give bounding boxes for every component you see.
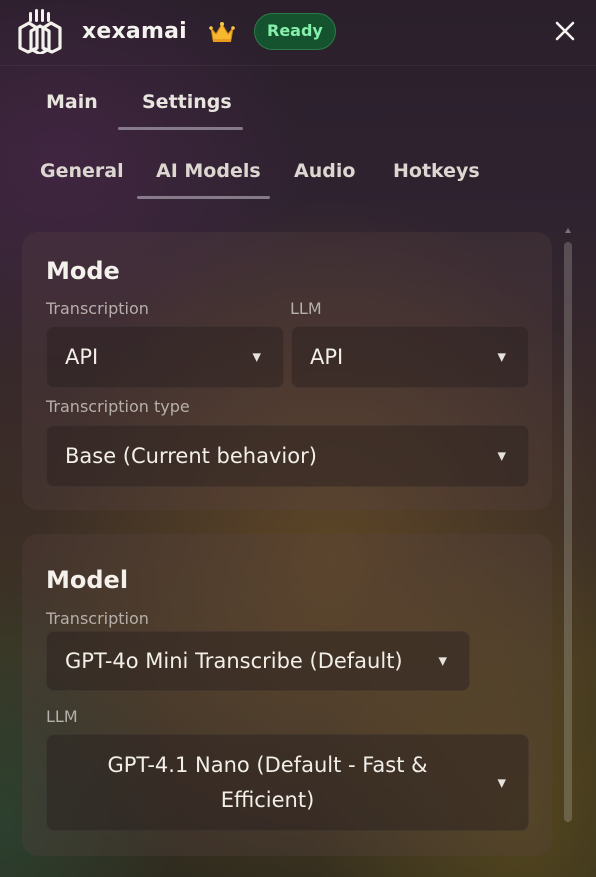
chevron-down-icon: ▼	[438, 654, 447, 668]
scrollbar-thumb[interactable]	[564, 242, 572, 822]
tab-settings-underline	[118, 127, 243, 130]
crown-icon	[208, 20, 236, 44]
tab-ai-models-underline	[137, 196, 270, 199]
mode-title: Mode	[46, 257, 120, 285]
transcription-type-label: Transcription type	[46, 397, 190, 416]
transcription-type-value: Base (Current behavior)	[65, 444, 317, 468]
tab-hotkeys[interactable]: Hotkeys	[393, 160, 480, 182]
close-button[interactable]	[552, 18, 578, 44]
mode-llm-value: API	[310, 345, 344, 369]
model-llm-select[interactable]: GPT-4.1 Nano (Default - Fast & Efficient…	[46, 734, 529, 831]
status-badge: Ready	[254, 13, 336, 50]
chevron-down-icon: ▼	[252, 350, 261, 364]
tab-ai-models[interactable]: AI Models	[156, 160, 261, 182]
model-transcription-label: Transcription	[46, 609, 149, 628]
chevron-down-icon: ▼	[497, 449, 506, 463]
chevron-down-icon: ▼	[497, 350, 506, 364]
tab-audio[interactable]: Audio	[294, 160, 355, 182]
transcription-type-select[interactable]: Base (Current behavior) ▼	[46, 425, 529, 487]
model-llm-value: GPT-4.1 Nano (Default - Fast & Efficient…	[107, 752, 428, 812]
mode-card: Mode Transcription LLM API ▼ API ▼ Trans…	[22, 232, 552, 510]
scroll-up-arrow-icon[interactable]	[565, 228, 571, 233]
chevron-down-icon: ▼	[497, 776, 506, 789]
xexamai-logo-icon	[17, 8, 63, 56]
close-icon	[555, 21, 575, 41]
mode-transcription-value: API	[65, 345, 99, 369]
model-llm-label: LLM	[46, 707, 78, 726]
model-transcription-select[interactable]: GPT-4o Mini Transcribe (Default) ▼	[46, 631, 470, 691]
mode-transcription-label: Transcription	[46, 299, 149, 318]
app-title: xexamai	[82, 19, 187, 44]
tab-main[interactable]: Main	[46, 91, 98, 113]
scrollbar[interactable]	[562, 228, 574, 828]
model-card: Model Transcription GPT-4o Mini Transcri…	[22, 534, 552, 856]
mode-llm-label: LLM	[290, 299, 322, 318]
tab-general[interactable]: General	[40, 160, 124, 182]
mode-llm-select[interactable]: API ▼	[291, 326, 529, 388]
tab-settings[interactable]: Settings	[142, 91, 232, 113]
mode-transcription-select[interactable]: API ▼	[46, 326, 284, 388]
model-title: Model	[46, 566, 129, 594]
app-header: xexamai Ready	[0, 0, 596, 66]
model-transcription-value: GPT-4o Mini Transcribe (Default)	[65, 649, 403, 673]
